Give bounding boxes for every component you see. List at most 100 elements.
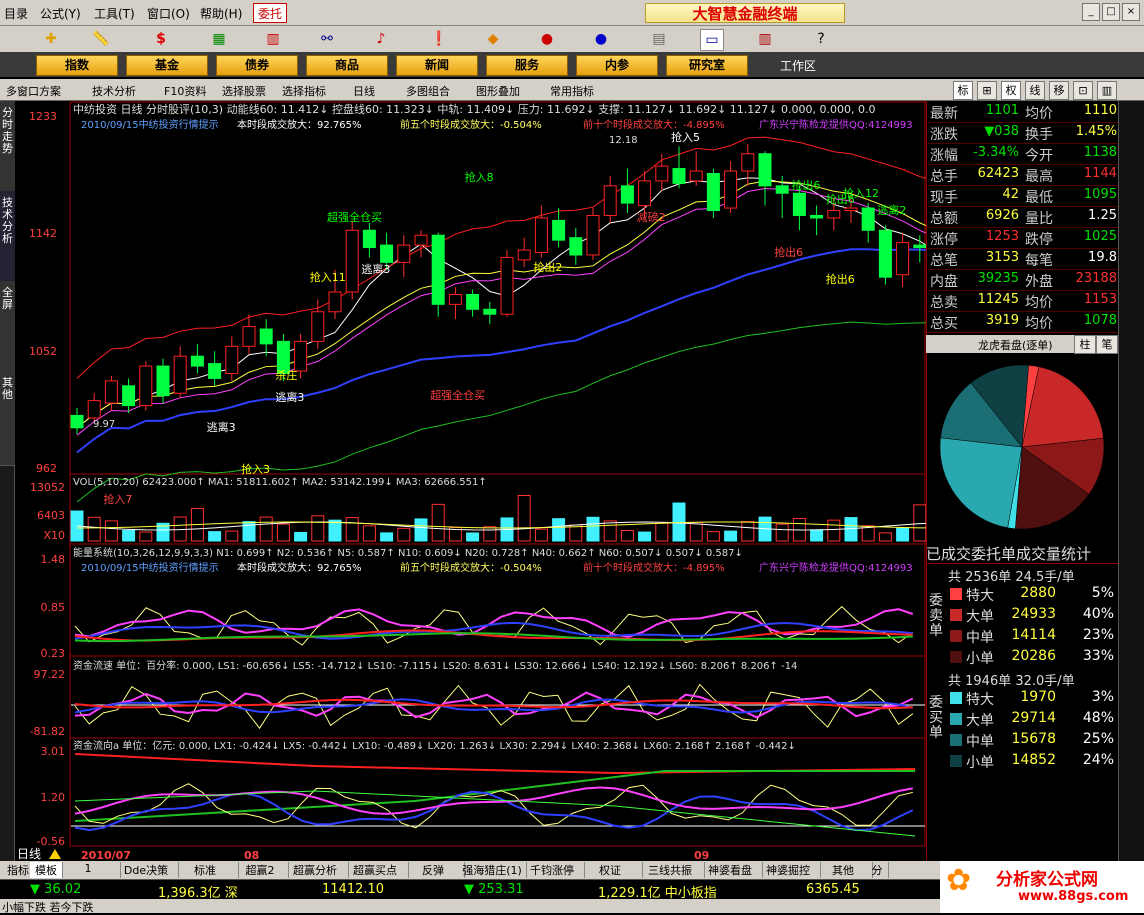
- tech-analysis-menu[interactable]: 技术分析: [92, 83, 136, 99]
- dollar-icon[interactable]: $: [150, 29, 172, 49]
- quote-value: 62423: [977, 166, 1019, 181]
- circle-blue-icon[interactable]: ●: [590, 29, 612, 49]
- tab-quan[interactable]: 权: [1001, 81, 1021, 100]
- volume-bar: [569, 524, 583, 542]
- nav-news[interactable]: 新闻: [396, 55, 478, 76]
- bottom-tab[interactable]: 权证: [578, 862, 643, 878]
- bottom-tab[interactable]: 超赢2: [232, 862, 289, 878]
- circle-red-icon[interactable]: ●: [536, 29, 558, 49]
- bottom-tab[interactable]: 分: [866, 862, 889, 878]
- vol-tick-2: 6403: [37, 509, 65, 522]
- multi-window-plan[interactable]: 多窗口方案: [6, 83, 61, 99]
- menu-catalog[interactable]: 目录: [4, 5, 28, 22]
- volume-bar: [827, 519, 841, 542]
- quote-value2: 1144: [1083, 166, 1117, 181]
- volume-bar: [104, 520, 118, 542]
- common-indicators[interactable]: 常用指标: [550, 83, 594, 99]
- nav-insider[interactable]: 内参: [576, 55, 658, 76]
- menu-formula[interactable]: 公式(Y): [40, 5, 81, 22]
- nav-fund[interactable]: 基金: [126, 55, 208, 76]
- ytick-1142: 1142: [29, 227, 57, 240]
- books-icon[interactable]: ▥: [754, 29, 776, 49]
- tab-box[interactable]: ⊡: [1073, 81, 1093, 100]
- period-daily[interactable]: 日线: [353, 83, 375, 99]
- logo-flower-icon: ✿: [946, 863, 972, 898]
- volume-bar: [724, 530, 738, 542]
- period-label[interactable]: 日线: [17, 847, 41, 861]
- select-stock[interactable]: 选择股票: [222, 83, 266, 99]
- bottom-tab[interactable]: 反弹: [402, 862, 465, 878]
- order-row: 小单 14852 24%: [948, 751, 1118, 772]
- bottom-tab[interactable]: 1: [56, 862, 121, 878]
- quote-label: 现手: [930, 190, 958, 206]
- nav-bond[interactable]: 债券: [216, 55, 298, 76]
- close-icon[interactable]: ×: [1122, 3, 1140, 21]
- bell-icon[interactable]: ♪: [370, 29, 392, 49]
- binoculars-icon[interactable]: ⚯: [316, 29, 338, 49]
- tab-yi[interactable]: 移: [1049, 81, 1069, 100]
- side-tab-fullscreen[interactable]: 全屏: [0, 281, 15, 376]
- bottom-tab[interactable]: 强海猎庄(1): [458, 862, 527, 878]
- bottom-tab[interactable]: 标准: [172, 862, 239, 878]
- side-tab-other[interactable]: 其他: [0, 371, 15, 466]
- bottom-tab[interactable]: 神婆看盘: [698, 862, 763, 878]
- window-icon[interactable]: ▭: [700, 29, 724, 51]
- print-icon[interactable]: ▤: [648, 29, 670, 49]
- candle: [517, 249, 531, 261]
- bottom-tab[interactable]: Dde决策: [114, 862, 179, 878]
- nav-service[interactable]: 服务: [486, 55, 568, 76]
- bottom-tab[interactable]: 其他: [814, 862, 873, 878]
- candle: [328, 291, 342, 313]
- bottom-tab[interactable]: 神婆掘控: [756, 862, 821, 878]
- menu-help[interactable]: 帮助(H): [200, 5, 242, 22]
- ruler-icon[interactable]: 📏: [90, 29, 112, 49]
- lhkp-tab-trade[interactable]: 笔: [1096, 335, 1118, 354]
- quote-label2: 换手: [1025, 127, 1053, 143]
- tab-xian[interactable]: 线: [1025, 81, 1045, 100]
- volume-bar: [328, 519, 342, 542]
- alert-icon[interactable]: ❗: [428, 29, 450, 49]
- menu-tools[interactable]: 工具(T): [94, 5, 135, 22]
- f10-info[interactable]: F10资料: [164, 83, 206, 99]
- board-icon[interactable]: ▦: [208, 29, 230, 49]
- energy-note3: 前五个时段成交放大：-0.504%: [400, 561, 542, 574]
- tab-biao[interactable]: 标: [953, 81, 973, 100]
- workspace-label[interactable]: 工作区: [780, 57, 816, 74]
- quote-value: 3153: [985, 250, 1019, 265]
- menu-window[interactable]: 窗口(O): [147, 5, 190, 22]
- side-tab-tech[interactable]: 技术分析: [0, 191, 15, 286]
- volume-bar: [397, 527, 411, 542]
- minimize-icon[interactable]: _: [1082, 3, 1100, 21]
- nav-research[interactable]: 研究室: [666, 55, 748, 76]
- overlay-chart[interactable]: 图形叠加: [476, 83, 520, 99]
- bars-icon[interactable]: ▥: [262, 29, 284, 49]
- candle: [294, 340, 308, 372]
- quote-value2: 1078: [1083, 313, 1117, 328]
- crosshair-icon[interactable]: ✚: [40, 29, 62, 49]
- kline-note5: 广东兴宁陈检龙提供QQ:4124993: [759, 118, 913, 131]
- help-cursor-icon[interactable]: ?: [810, 29, 832, 49]
- kline-note4: 前十个时段成交放大：-4.895%: [583, 118, 725, 131]
- volume-bar: [276, 523, 290, 542]
- chart-toolbar: 多窗口方案 技术分析 F10资料 选择股票 选择指标 日线 多图组合 图形叠加 …: [0, 79, 1144, 101]
- order-pct: 3%: [1091, 689, 1114, 705]
- lhkp-tab-bar[interactable]: 柱: [1074, 335, 1096, 354]
- maximize-icon[interactable]: □: [1102, 3, 1120, 21]
- weituo-button[interactable]: 委托: [253, 3, 288, 23]
- multi-chart[interactable]: 多图组合: [406, 83, 450, 99]
- bottom-tab[interactable]: 超赢买点: [342, 862, 409, 878]
- tab-grid[interactable]: ⊞: [977, 81, 997, 100]
- order-type: 特大: [966, 692, 994, 708]
- bottom-tab[interactable]: 超赢分析: [282, 862, 349, 878]
- bottom-tab[interactable]: 千钧涨停: [520, 862, 585, 878]
- tab-panel[interactable]: ▥: [1097, 81, 1117, 100]
- bottom-tab[interactable]: 三线共振: [636, 862, 705, 878]
- side-tab-intraday[interactable]: 分时走势: [0, 101, 15, 196]
- chart-area[interactable]: 抢入7逃离3逃离3抢入3杀庄逃离3超强全仓买抢入11超强全仓买抢出2抢入8减磅2…: [15, 101, 926, 861]
- diamond-icon[interactable]: ◆: [482, 29, 504, 49]
- candle: [775, 185, 789, 194]
- nav-index[interactable]: 指数: [36, 55, 118, 76]
- signal-label: 逃离2: [877, 203, 906, 217]
- select-indicator[interactable]: 选择指标: [282, 83, 326, 99]
- nav-commodity[interactable]: 商品: [306, 55, 388, 76]
